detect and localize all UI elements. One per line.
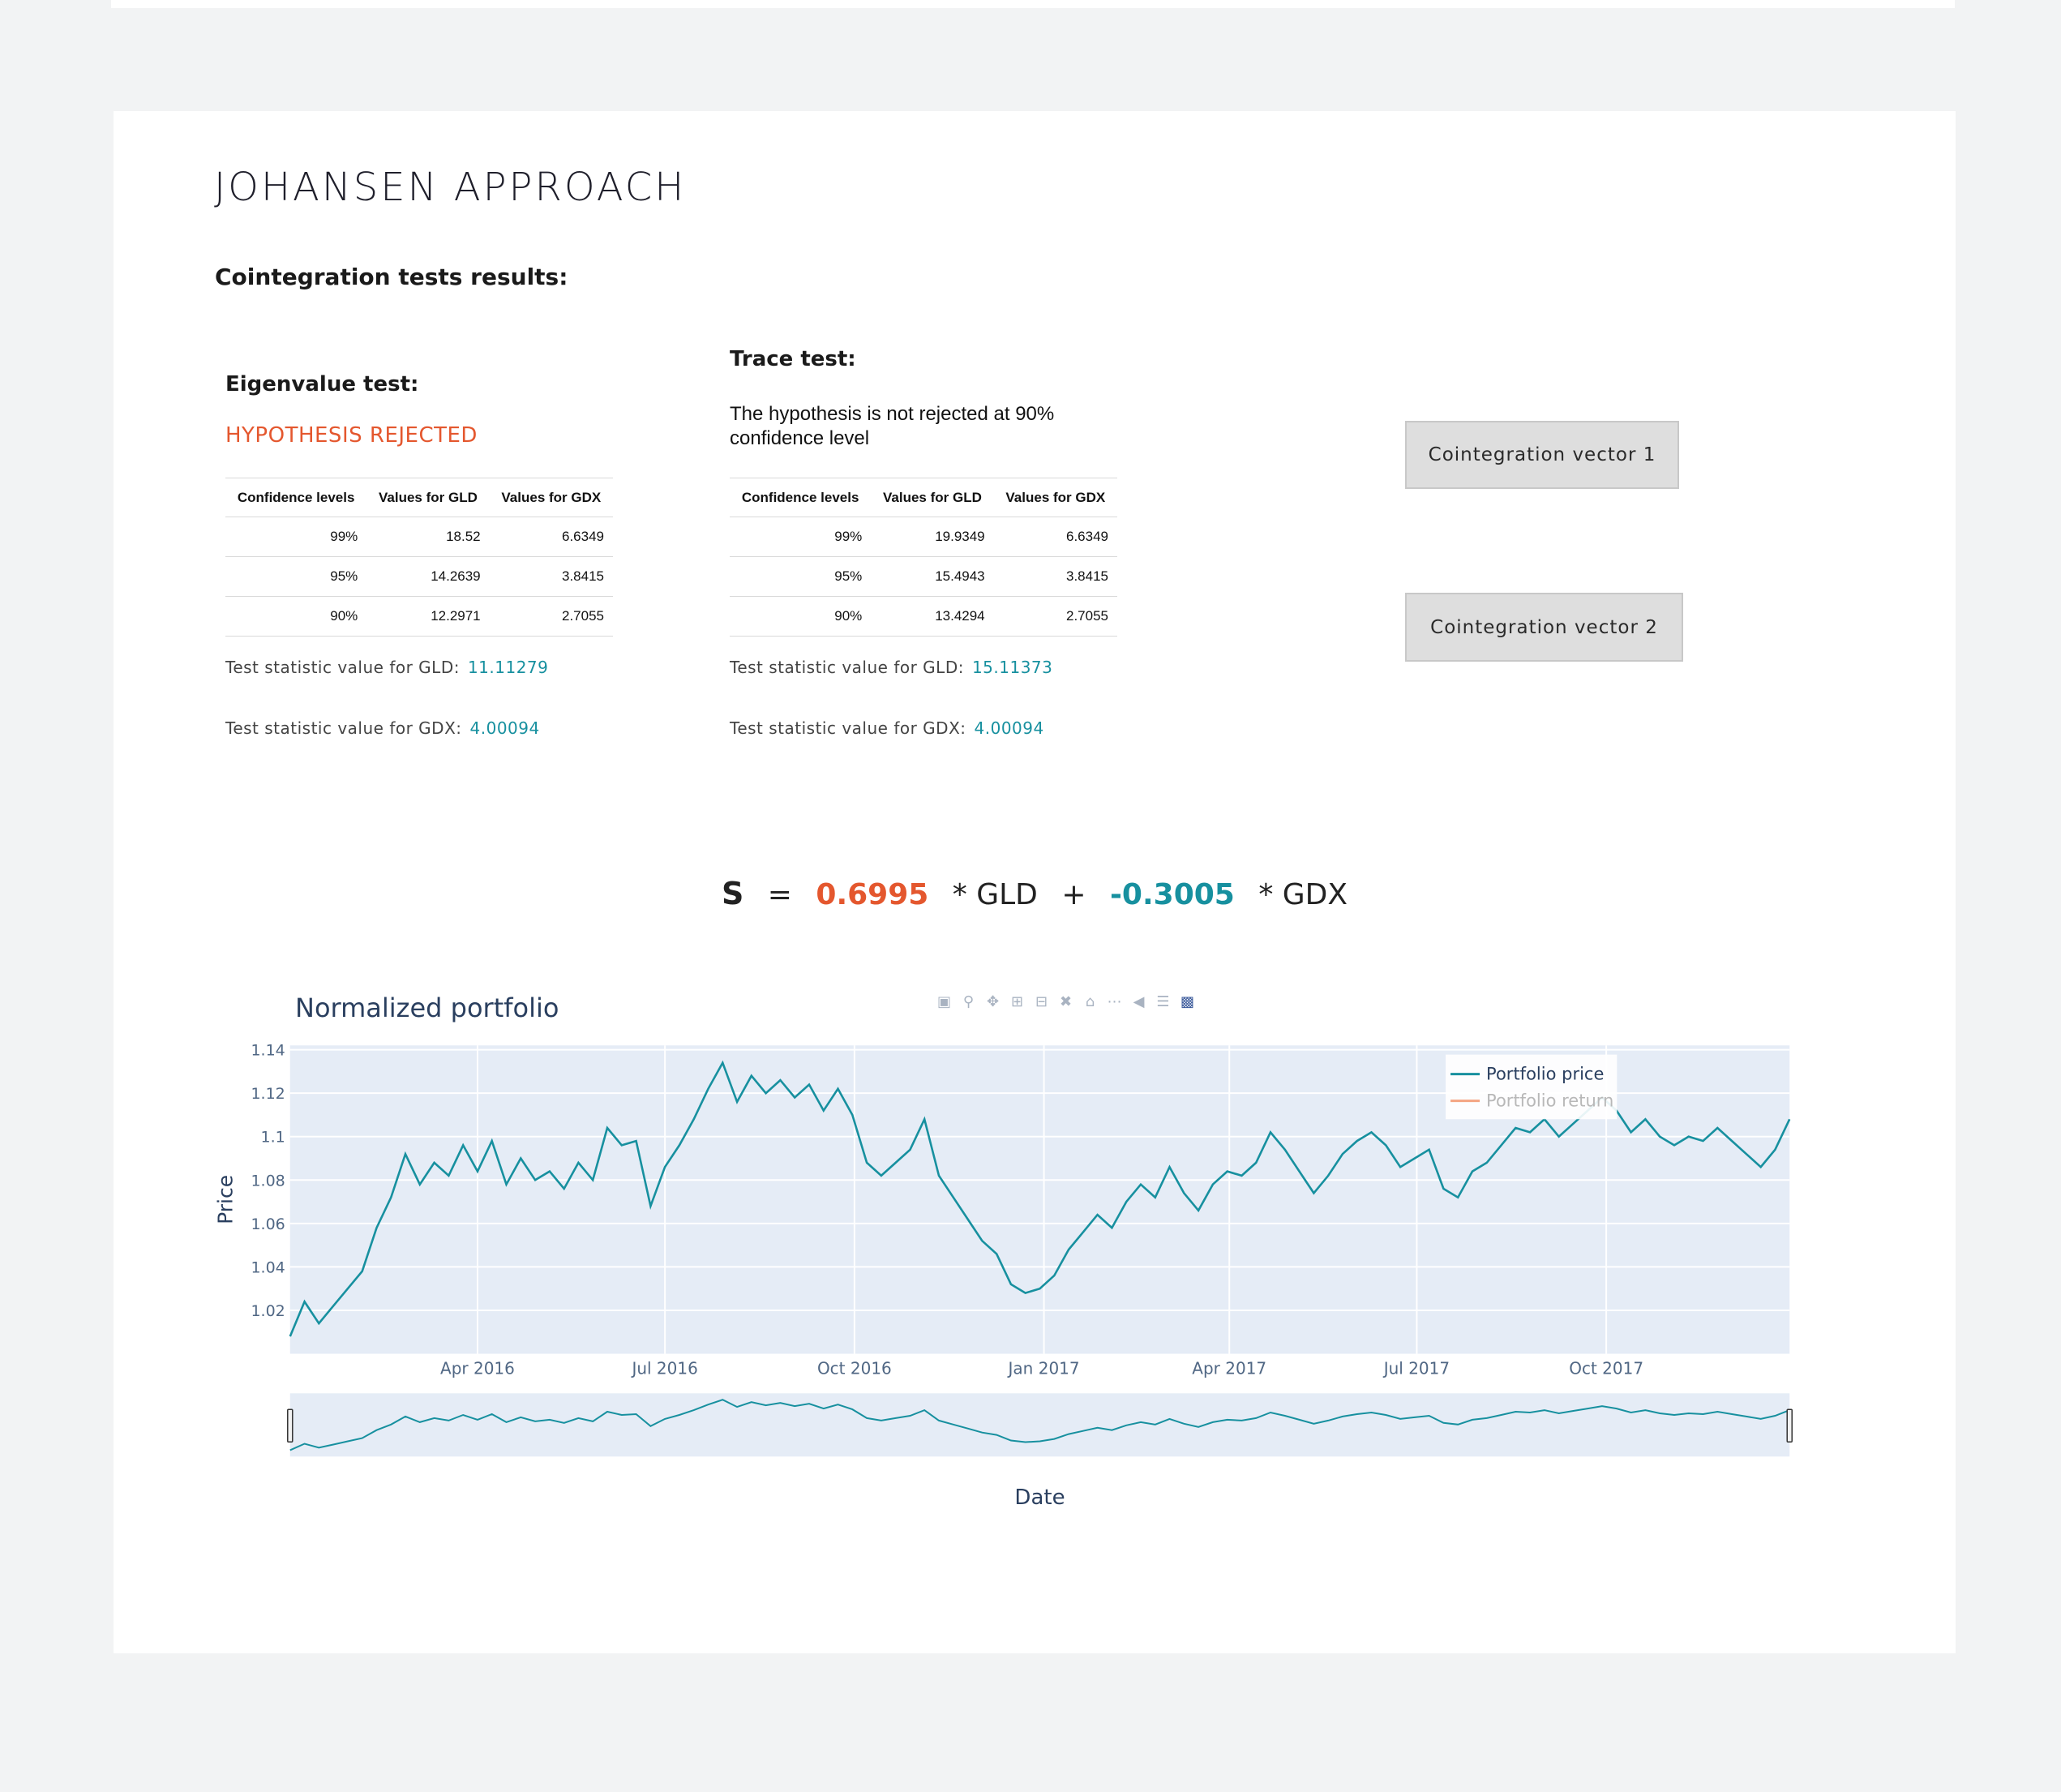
y-axis-title: Price — [213, 1175, 237, 1224]
y-tick-label: 1.04 — [251, 1258, 285, 1276]
x-tick-label: Jul 2017 — [1382, 1359, 1450, 1378]
y-tick-label: 1.1 — [261, 1129, 285, 1147]
y-tick-label: 1.14 — [251, 1042, 285, 1060]
legend-item-return: Portfolio return — [1486, 1091, 1613, 1111]
y-tick-label: 1.02 — [251, 1302, 285, 1320]
rangeslider-bg — [289, 1393, 1790, 1457]
x-axis-title: Date — [1014, 1485, 1065, 1510]
legend-item-price: Portfolio price — [1486, 1065, 1604, 1084]
rangeslider-handle-left — [287, 1408, 294, 1443]
x-tick-label: Oct 2016 — [817, 1359, 892, 1378]
x-tick-label: Oct 2017 — [1569, 1359, 1643, 1378]
rangeslider-handle-right — [1786, 1408, 1793, 1443]
y-tick-label: 1.08 — [251, 1172, 285, 1190]
top-card — [111, 0, 1955, 8]
y-tick-label: 1.12 — [251, 1085, 285, 1103]
x-tick-label: Jan 2017 — [1007, 1359, 1080, 1378]
main-card: JOHANSEN APPROACH Cointegration tests re… — [114, 111, 1956, 1653]
x-tick-label: Jul 2016 — [630, 1359, 697, 1378]
chart-svg: 1.02 1.04 1.06 1.08 1.1 1.12 1.14 Apr 2016 Jul 2… — [213, 1042, 1793, 1510]
y-tick-label: 1.06 — [251, 1215, 285, 1233]
x-tick-label: Apr 2017 — [1192, 1359, 1266, 1378]
x-tick-label: Apr 2016 — [440, 1359, 515, 1378]
